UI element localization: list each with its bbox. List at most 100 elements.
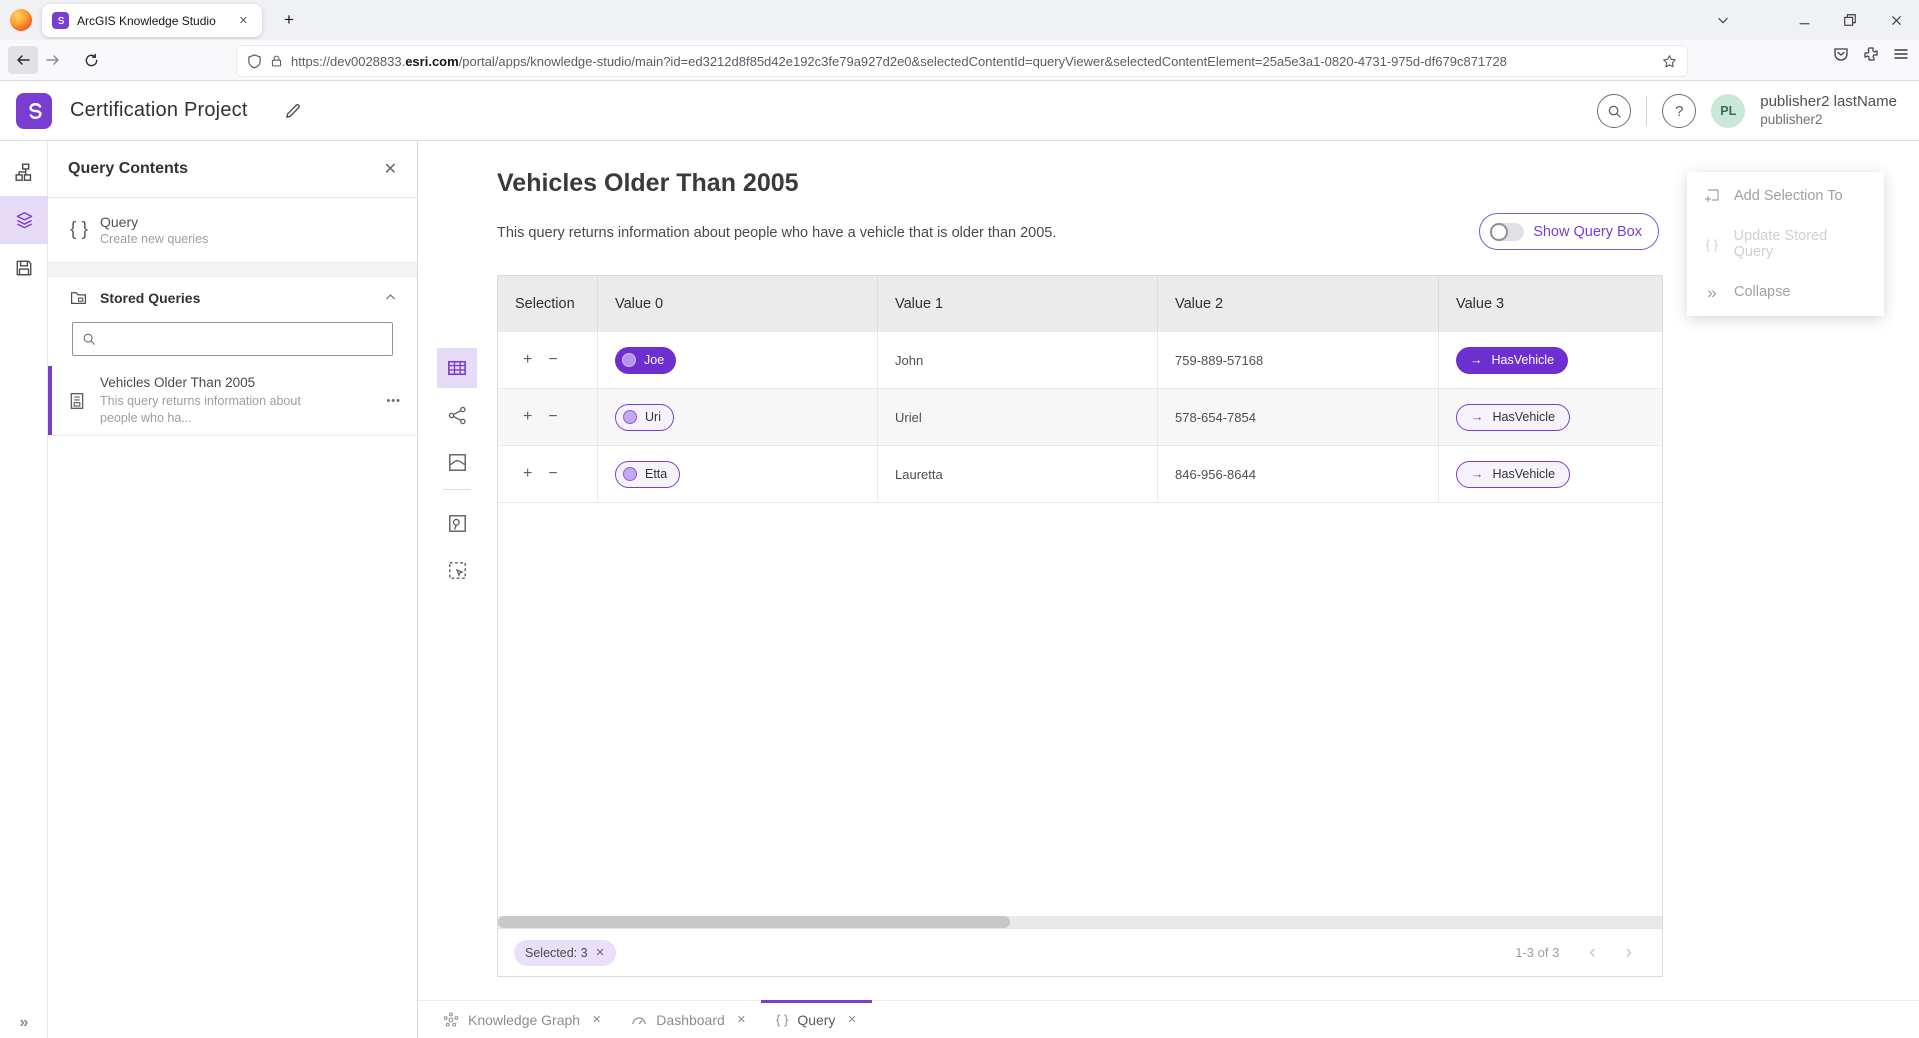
show-query-box-toggle[interactable]: Show Query Box [1479, 213, 1659, 250]
remove-from-selection-icon[interactable]: − [548, 465, 557, 483]
entity-dot-icon [623, 410, 637, 424]
menu-item-label: Update Stored Query [1734, 228, 1868, 260]
results-table: Selection Value 0 Value 1 Value 2 Value … [497, 275, 1663, 977]
expand-rail-icon[interactable]: » [0, 1014, 48, 1032]
entity-dot-icon [623, 467, 637, 481]
scrollbar-thumb[interactable] [498, 916, 1010, 928]
new-tab-button[interactable]: + [284, 10, 294, 30]
page-description: This query returns information about peo… [497, 225, 1056, 241]
stored-queries-search[interactable] [72, 322, 393, 356]
stored-query-icon [68, 392, 100, 410]
menu-item-collapse[interactable]: » Collapse [1687, 268, 1884, 316]
tracking-shield-icon[interactable] [247, 54, 262, 69]
cell-value2: 759-889-57168 [1158, 332, 1439, 388]
stored-query-item[interactable]: Vehicles Older Than 2005 This query retu… [48, 366, 417, 436]
toolbar-right-icons [1833, 46, 1909, 62]
clear-selection-icon[interactable]: ✕ [596, 946, 605, 959]
browser-tab-title: ArcGIS Knowledge Studio [77, 14, 235, 28]
tab-close-icon[interactable]: ✕ [847, 1013, 856, 1026]
tab-close-icon[interactable]: ✕ [737, 1013, 746, 1026]
tab-query[interactable]: { } Query ✕ [761, 1001, 872, 1038]
app-header: Certification Project ? PL publisher2 la… [0, 81, 1919, 141]
tab-knowledge-graph[interactable]: Knowledge Graph ✕ [428, 1001, 616, 1038]
reload-icon[interactable] [76, 46, 106, 74]
new-query-item[interactable]: { } Query Create new queries [48, 198, 417, 262]
restore-icon[interactable] [1827, 0, 1873, 40]
entity-pill[interactable]: Etta [615, 461, 680, 488]
chevron-up-icon[interactable] [384, 291, 397, 304]
pocket-icon[interactable] [1833, 46, 1849, 62]
column-header-value3[interactable]: Value 3 [1439, 276, 1662, 332]
table-row[interactable]: + − Uri Uriel 578-654-7854 →HasVehicle [498, 389, 1662, 446]
extensions-puzzle-icon[interactable] [1863, 46, 1879, 62]
selected-count-chip[interactable]: Selected: 3 ✕ [514, 940, 616, 966]
search-input[interactable] [103, 332, 383, 347]
tab-dashboard[interactable]: Dashboard ✕ [616, 1001, 761, 1038]
url-text[interactable]: https://dev0028833.esri.com/portal/apps/… [291, 54, 1662, 69]
entity-pill[interactable]: Joe [615, 347, 676, 374]
entity-dot-icon [622, 353, 636, 367]
relationship-pill[interactable]: →HasVehicle [1456, 404, 1570, 431]
next-page-icon[interactable]: › [1626, 943, 1632, 962]
add-to-selection-icon[interactable]: + [523, 465, 532, 483]
add-to-selection-icon[interactable]: + [523, 408, 532, 426]
stored-queries-header[interactable]: Stored Queries [48, 277, 417, 318]
query-item-subtitle: Create new queries [100, 232, 208, 246]
context-menu: Add Selection To { } Update Stored Query… [1687, 172, 1884, 316]
table-row[interactable]: + − Joe John 759-889-57168 →HasVehicle [498, 332, 1662, 389]
browser-tab-active[interactable]: ArcGIS Knowledge Studio ✕ [42, 4, 262, 37]
panel-close-icon[interactable]: ✕ [384, 159, 397, 179]
url-bar[interactable]: https://dev0028833.esri.com/portal/apps/… [237, 46, 1687, 76]
remove-from-selection-icon[interactable]: − [548, 351, 557, 369]
map-selection-view-icon[interactable] [437, 503, 477, 543]
relationship-pill[interactable]: →HasVehicle [1456, 347, 1568, 374]
section-divider [48, 262, 417, 277]
rail-item-data-model[interactable] [0, 148, 48, 196]
close-window-icon[interactable] [1873, 0, 1919, 40]
relationship-pill[interactable]: →HasVehicle [1456, 461, 1570, 488]
table-view-icon[interactable] [437, 348, 477, 388]
stored-query-menu-icon[interactable]: ••• [386, 395, 401, 407]
firefox-icon[interactable] [10, 9, 32, 31]
bookmark-star-icon[interactable] [1662, 54, 1677, 69]
menu-item-update-stored-query[interactable]: { } Update Stored Query [1687, 220, 1884, 268]
entity-pill[interactable]: Uri [615, 404, 674, 431]
minimize-icon[interactable] [1781, 0, 1827, 40]
toggle-switch[interactable] [1490, 223, 1524, 241]
add-to-selection-icon[interactable]: + [523, 351, 532, 369]
back-icon[interactable] [8, 46, 38, 74]
entity-label: Etta [645, 467, 667, 481]
table-row[interactable]: + − Etta Lauretta 846-956-8644 →HasVehic… [498, 446, 1662, 503]
lock-icon[interactable] [270, 54, 283, 68]
cell-value2: 846-956-8644 [1158, 446, 1439, 502]
column-header-value2[interactable]: Value 2 [1158, 276, 1439, 332]
rail-item-contents[interactable] [0, 196, 48, 244]
rail-item-save[interactable] [0, 244, 48, 292]
knowledge-graph-icon [443, 1012, 459, 1028]
map-view-icon[interactable] [437, 442, 477, 482]
tab-close-icon[interactable]: ✕ [235, 12, 252, 29]
avatar[interactable]: PL [1711, 94, 1745, 128]
menu-hamburger-icon[interactable] [1893, 46, 1909, 62]
column-header-value0[interactable]: Value 0 [598, 276, 878, 332]
select-tool-icon[interactable] [437, 550, 477, 590]
list-tabs-icon[interactable] [1705, 0, 1741, 40]
tab-close-icon[interactable]: ✕ [592, 1013, 601, 1026]
header-right: ? PL publisher2 lastName publisher2 [1597, 81, 1897, 141]
link-chart-view-icon[interactable] [437, 395, 477, 435]
help-icon[interactable]: ? [1662, 94, 1696, 128]
search-icon[interactable] [1597, 94, 1631, 128]
menu-item-add-selection-to[interactable]: Add Selection To [1687, 172, 1884, 220]
column-header-value1[interactable]: Value 1 [878, 276, 1158, 332]
forward-icon[interactable] [38, 46, 68, 74]
remove-from-selection-icon[interactable]: − [548, 408, 557, 426]
edit-pencil-icon[interactable] [284, 102, 302, 120]
previous-page-icon[interactable]: ‹ [1589, 943, 1595, 962]
user-name-block[interactable]: publisher2 lastName publisher2 [1760, 93, 1897, 129]
horizontal-scrollbar[interactable] [498, 916, 1662, 928]
stored-query-description: This query returns information about peo… [100, 393, 318, 426]
page-title: Vehicles Older Than 2005 [497, 169, 799, 198]
cell-value1: Lauretta [878, 446, 1158, 502]
column-header-selection[interactable]: Selection [498, 276, 598, 332]
selected-count-label: Selected: 3 [525, 946, 588, 960]
